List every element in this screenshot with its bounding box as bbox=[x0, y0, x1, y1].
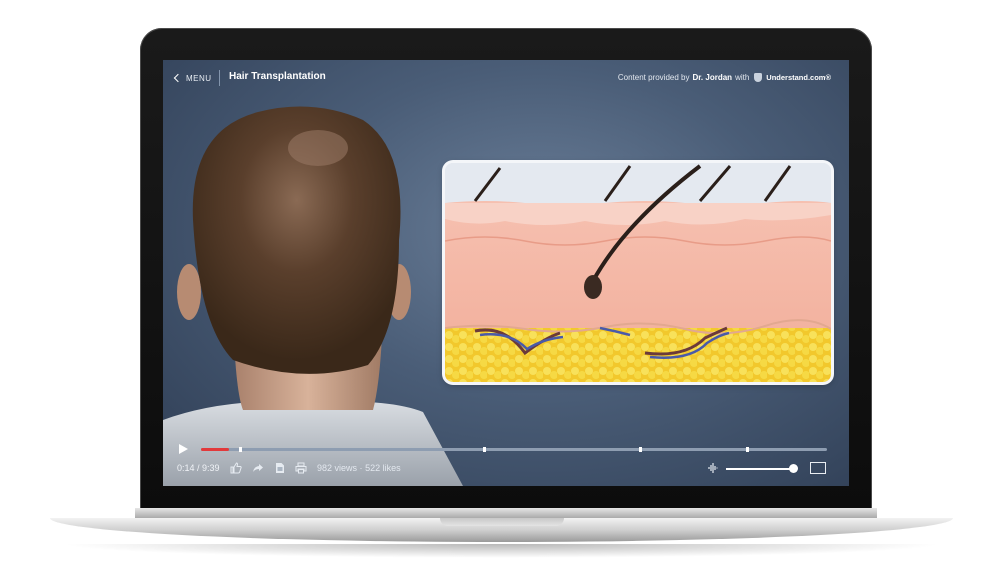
chapter-marker[interactable] bbox=[745, 447, 749, 452]
laptop-frame: MENU Hair Transplantation Content provid… bbox=[0, 0, 1003, 575]
shield-icon bbox=[754, 73, 763, 82]
hair-follicle-svg bbox=[445, 163, 831, 382]
print-icon[interactable] bbox=[295, 462, 307, 474]
video-title: Hair Transplantation bbox=[229, 71, 326, 82]
video-stats: 982 views · 522 likes bbox=[317, 463, 401, 473]
top-bar-divider bbox=[219, 70, 220, 86]
menu-button[interactable]: MENU bbox=[173, 71, 212, 85]
volume-knob[interactable] bbox=[789, 464, 798, 473]
patient-head-illustration bbox=[163, 106, 463, 486]
document-icon[interactable] bbox=[274, 462, 286, 474]
progress-fill bbox=[201, 448, 229, 451]
volume-icon[interactable] bbox=[708, 462, 720, 474]
time-display: 0:14 / 9:39 bbox=[177, 463, 220, 473]
player-top-bar: MENU Hair Transplantation Content provid… bbox=[163, 60, 849, 96]
chapter-marker[interactable] bbox=[482, 447, 486, 452]
credit-author: Dr. Jordan bbox=[692, 73, 733, 82]
like-count: 522 likes bbox=[365, 463, 401, 473]
back-chevron-icon bbox=[173, 73, 183, 83]
chapter-marker[interactable] bbox=[639, 447, 643, 452]
stats-separator: · bbox=[359, 463, 363, 473]
volume-slider[interactable] bbox=[726, 468, 794, 470]
credit-with: with bbox=[735, 73, 750, 82]
play-icon[interactable] bbox=[179, 444, 188, 454]
progress-track[interactable] bbox=[201, 447, 827, 452]
chapter-marker[interactable] bbox=[238, 447, 242, 452]
laptop-notch bbox=[440, 518, 564, 526]
skin-cross-section-diagram bbox=[445, 163, 831, 382]
laptop-shadow bbox=[60, 544, 943, 558]
view-count: 982 views bbox=[317, 463, 358, 473]
share-icon[interactable] bbox=[252, 462, 264, 474]
video-player[interactable]: MENU Hair Transplantation Content provid… bbox=[163, 60, 849, 486]
like-icon[interactable] bbox=[230, 462, 242, 474]
brand-name[interactable]: Understand.com® bbox=[766, 73, 831, 82]
player-controls: 0:14 / 9:39 982 views · 522 likes bbox=[163, 435, 849, 486]
credit-prefix: Content provided by bbox=[617, 73, 690, 82]
content-credit: Content provided by Dr. Jordan with Unde… bbox=[618, 73, 831, 82]
menu-label: MENU bbox=[186, 73, 212, 83]
fullscreen-icon[interactable] bbox=[810, 462, 826, 474]
